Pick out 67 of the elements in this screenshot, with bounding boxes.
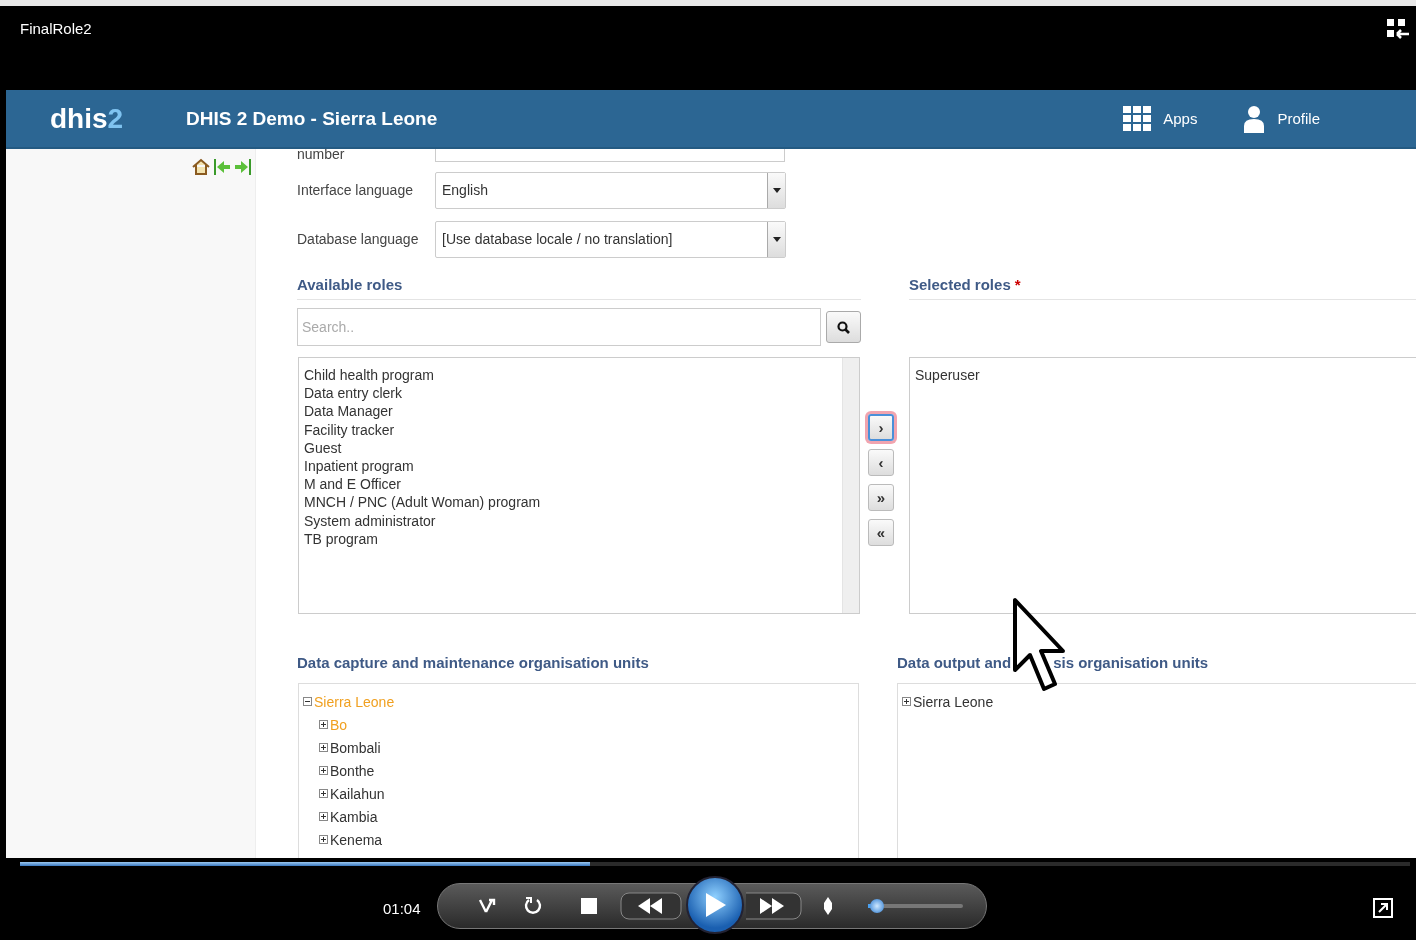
role-option[interactable]: M and E Officer [304,475,841,494]
org-unit-node[interactable]: Kambia [330,808,378,825]
expand-icon[interactable] [902,697,911,706]
section-heading: Data output and [897,654,1012,671]
elapsed-time: 01:04 [383,900,421,917]
volume-thumb[interactable] [870,899,885,913]
dropdown-caret-icon[interactable] [767,221,785,257]
expand-icon[interactable] [319,766,328,775]
expand-icon[interactable] [319,789,328,798]
header-link[interactable]: Apps [1123,105,1198,132]
role-option[interactable]: Inpatient program [304,457,841,476]
field-label: Database language [297,231,420,247]
instance-title: DHIS 2 Demo - Sierra Leone [186,107,439,130]
role-option[interactable]: TB program [304,529,841,549]
org-unit-node[interactable]: Bombali [330,739,381,756]
role-option[interactable]: Facility tracker [304,420,841,439]
collapse-icon[interactable] [303,697,312,706]
section-heading: Data capture and maintenance organisation units [297,654,650,673]
volume-icon[interactable] [822,897,834,915]
shuffle-icon[interactable] [478,897,498,915]
home-icon[interactable] [191,157,211,177]
language-dropdown[interactable]: [Use database locale / no translation] [435,220,786,258]
search-button[interactable] [825,311,861,343]
scrollbar[interactable] [842,358,859,613]
role-option[interactable]: Child health program [304,366,841,385]
section-heading: Available roles [297,260,861,300]
play-icon [703,892,727,918]
section-heading: Selected roles [909,276,1011,293]
repeat-icon[interactable] [523,896,543,916]
role-option[interactable]: System administrator [304,511,841,530]
org-unit-node[interactable]: Sierra Leone [913,693,994,710]
field-label: Interface language [297,182,414,198]
volume-slider[interactable] [866,899,965,913]
play-button[interactable] [686,876,744,934]
expand-icon[interactable] [319,812,328,821]
dropdown-caret-icon[interactable] [767,172,785,208]
compact-mode-icon[interactable] [1386,18,1410,40]
move-role-button[interactable]: ‹ [868,449,894,476]
role-option[interactable]: Guest [304,438,841,457]
expand-icon[interactable] [319,720,328,729]
role-option[interactable]: Data entry clerk [304,384,841,403]
arrow-right-icon[interactable] [233,157,253,177]
move-role-button[interactable]: › [868,414,894,441]
window-title: FinalRole2 [20,20,92,37]
arrow-left-icon[interactable] [212,157,232,177]
move-role-button[interactable]: « [868,519,894,546]
dhis2-logo[interactable]: dhis2 [50,102,186,135]
seek-bar[interactable] [20,862,1410,866]
org-unit-node[interactable]: Kailahun [330,785,385,802]
field-label: number [297,149,346,162]
next-icon[interactable] [746,892,802,920]
role-search-field[interactable]: Search.. [297,308,821,346]
required-mark: * [1014,276,1021,293]
header-link[interactable]: Profile [1243,104,1320,133]
role-option[interactable]: Superuser [915,366,1416,385]
language-dropdown[interactable]: English [435,171,786,209]
search-icon [836,320,850,334]
org-unit-node[interactable]: Kenema [330,831,383,848]
role-option[interactable]: MNCH / PNC (Adult Woman) program [304,493,841,512]
section-heading: sis organisation units [1053,654,1209,671]
expand-icon[interactable] [319,835,328,844]
expand-icon[interactable] [319,743,328,752]
fullscreen-icon[interactable] [1373,898,1393,918]
org-unit-node[interactable]: Bonthe [330,762,375,779]
role-option[interactable]: Data Manager [304,402,841,421]
move-role-button[interactable]: » [868,484,894,511]
previous-icon[interactable] [620,892,682,920]
